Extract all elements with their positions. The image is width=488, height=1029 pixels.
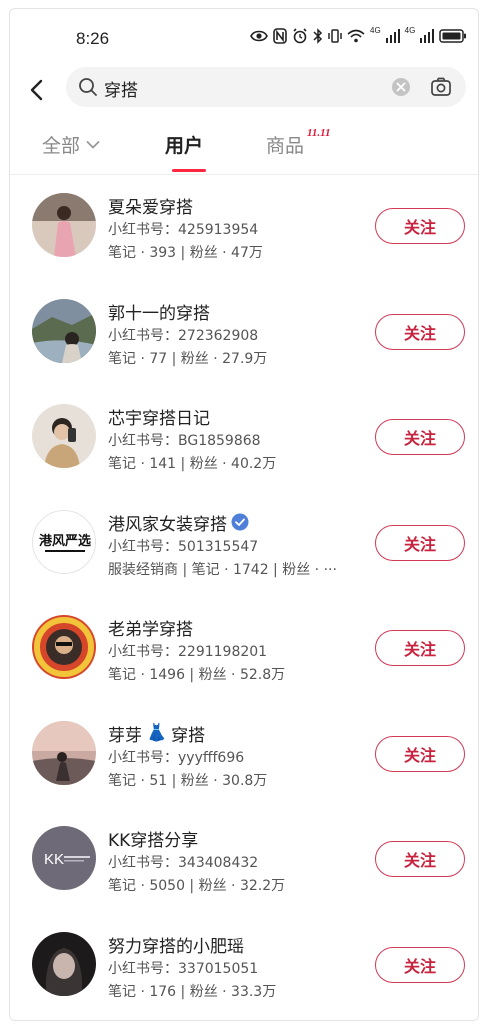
user-id: 小红书号：BG1859868 (108, 433, 261, 449)
nfc-icon (273, 27, 287, 45)
follow-button[interactable]: 关注 (375, 208, 465, 244)
user-stats: 笔记 · 51 | 粉丝 · 30.8万 (108, 772, 268, 789)
avatar[interactable] (32, 615, 96, 679)
user-name[interactable]: 郭十一的穿搭 (108, 299, 210, 324)
follow-button[interactable]: 关注 (375, 735, 465, 772)
tab-all-label: 全部 (42, 135, 81, 157)
chevron-down-icon (86, 140, 100, 148)
follow-button[interactable]: 关注 (375, 630, 465, 666)
list-item[interactable]: 努力穿搭的小肥瑶 小红书号：337015051 笔记 · 176 | 粉丝 · … (10, 918, 478, 1021)
user-stats: 笔记 · 393 | 粉丝 · 47万 (108, 245, 263, 261)
search-bar[interactable]: 穿搭 (66, 67, 466, 107)
status-icons: 4G 4G (250, 27, 467, 45)
user-name[interactable]: 夏朵爱穿搭 (108, 193, 193, 218)
user-name[interactable]: KK穿搭分享 (108, 826, 198, 851)
avatar[interactable]: 港风严选 (32, 509, 96, 574)
network-type-2: 4G (404, 26, 416, 35)
user-name-suffix: 穿搭 (171, 725, 206, 746)
tab-active-indicator (172, 169, 206, 172)
wifi-icon (347, 27, 365, 45)
user-id: 小红书号：425913954 (108, 222, 259, 238)
follow-button[interactable]: 关注 (375, 841, 465, 877)
avatar[interactable] (32, 720, 96, 785)
follow-button[interactable]: 关注 (375, 946, 465, 983)
user-name[interactable]: 港风家女装穿搭 (108, 510, 249, 535)
follow-button[interactable]: 关注 (375, 524, 465, 561)
verified-icon (231, 513, 249, 531)
avatar[interactable] (32, 193, 96, 257)
signal-icon-2 (420, 27, 435, 45)
app-frame: 8:26 4G 4G 穿搭 全部 用户 商品 11.11 夏朵爱穿搭 小红书号：… (9, 8, 479, 1021)
user-stats: 笔记 · 5050 | 粉丝 · 32.2万 (108, 878, 286, 894)
list-item[interactable]: 郭十一的穿搭 小红书号：272362908 笔记 · 77 | 粉丝 · 27.… (10, 285, 478, 391)
dress-emoji: 👗 (146, 723, 168, 743)
battery-icon (439, 27, 467, 45)
user-stats: 服装经销商 | 笔记 · 1742 | 粉丝 · ··· (108, 561, 337, 578)
vibrate-icon (328, 27, 342, 45)
user-id: 小红书号：yyyfff696 (108, 749, 245, 766)
clear-icon[interactable] (391, 77, 411, 101)
user-id: 小红书号：272362908 (108, 327, 259, 344)
follow-button[interactable]: 关注 (375, 419, 465, 455)
list-item[interactable]: 港风严选 港风家女装穿搭 小红书号：501315547 服装经销商 | 笔记 ·… (10, 496, 478, 602)
goods-promo-badge: 11.11 (307, 127, 331, 139)
search-icon (78, 77, 98, 101)
bluetooth-icon (313, 27, 323, 45)
user-name[interactable]: 芯宇穿搭日记 (108, 404, 210, 429)
alarm-icon (292, 27, 308, 45)
status-time: 8:26 (76, 29, 110, 48)
follow-button[interactable]: 关注 (375, 313, 465, 350)
list-item[interactable]: 老弟学穿搭 小红书号：2291198201 笔记 · 1496 | 粉丝 · 5… (10, 601, 478, 707)
list-item[interactable]: 夏朵爱穿搭 小红书号：425913954 笔记 · 393 | 粉丝 · 47万… (10, 179, 478, 285)
user-id: 小红书号：2291198201 (108, 644, 268, 660)
user-name-text: 港风家女装穿搭 (108, 514, 227, 535)
network-type-1: 4G (370, 26, 381, 35)
avatar-logo-text: 港风严选 (39, 533, 91, 549)
signal-icon-1 (385, 27, 400, 45)
back-button[interactable] (24, 75, 48, 105)
chevron-left-icon (30, 79, 43, 101)
user-stats: 笔记 · 1496 | 粉丝 · 52.8万 (108, 667, 286, 683)
avatar[interactable] (32, 404, 96, 468)
user-stats: 笔记 · 176 | 粉丝 · 33.3万 (108, 983, 277, 1000)
list-item[interactable]: 芯宇穿搭日记 小红书号：BG1859868 笔记 · 141 | 粉丝 · 40… (10, 390, 478, 496)
camera-icon[interactable] (430, 76, 452, 102)
tab-bar: 全部 用户 商品 11.11 (10, 127, 478, 179)
tab-users[interactable]: 用户 (165, 131, 203, 158)
user-id: 小红书号：343408432 (108, 855, 259, 871)
user-name-text: 芽芽 (108, 725, 142, 746)
avatar-logo-text: KK (44, 851, 64, 868)
user-id: 小红书号：337015051 (108, 960, 259, 977)
avatar[interactable] (32, 931, 96, 996)
tab-goods[interactable]: 商品 (266, 131, 304, 158)
tab-divider (10, 174, 478, 175)
tab-all[interactable]: 全部 (42, 131, 100, 158)
user-name[interactable]: 老弟学穿搭 (108, 615, 193, 640)
status-bar: 8:26 4G 4G (10, 9, 478, 55)
avatar[interactable]: KK (32, 826, 96, 890)
search-input[interactable]: 穿搭 (104, 76, 138, 101)
user-name[interactable]: 芽芽 👗 穿搭 (108, 721, 205, 746)
list-item[interactable]: 芽芽 👗 穿搭 小红书号：yyyfff696 笔记 · 51 | 粉丝 · 30… (10, 707, 478, 813)
user-name[interactable]: 努力穿搭的小肥瑶 (108, 932, 244, 957)
user-stats: 笔记 · 77 | 粉丝 · 27.9万 (108, 350, 268, 367)
user-list: 夏朵爱穿搭 小红书号：425913954 笔记 · 393 | 粉丝 · 47万… (10, 179, 478, 1021)
eye-icon (250, 27, 268, 45)
user-id: 小红书号：501315547 (108, 538, 259, 555)
list-item[interactable]: KK KK穿搭分享 小红书号：343408432 笔记 · 5050 | 粉丝 … (10, 812, 478, 918)
user-stats: 笔记 · 141 | 粉丝 · 40.2万 (108, 456, 277, 472)
avatar[interactable] (32, 298, 96, 363)
